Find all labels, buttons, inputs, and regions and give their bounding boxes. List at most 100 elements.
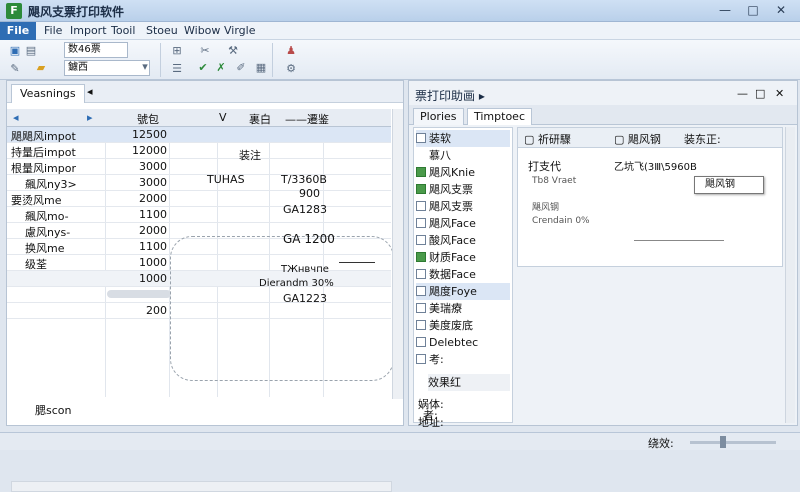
tab-templates[interactable]: Timptoec [467, 108, 532, 125]
menu-single[interactable]: Virgle [224, 24, 255, 37]
grid-icon[interactable]: ⊞ [170, 44, 184, 58]
template-panel: ▢ 祈研驟 ▢ 飓风钢 装东正: 打支代 乙坑飞(3Ⅲ\5960B Tb8 Vr… [517, 127, 783, 267]
checkbox[interactable] [416, 320, 426, 330]
zoom-slider[interactable] [690, 441, 776, 444]
table-row[interactable]: 根量风impor 3000 [7, 159, 391, 175]
list-item[interactable]: 飓风支票 [416, 181, 510, 198]
left-vertical-scrollbar[interactable] [392, 109, 403, 399]
file-menu-button[interactable]: File [0, 22, 36, 40]
title-bar: F 飓风支票打印软件 — □ ✕ [0, 0, 800, 22]
list-item-label: 装软 [429, 132, 451, 145]
list-icon[interactable]: ☰ [170, 62, 184, 76]
folder-icon[interactable]: ▰ [34, 61, 48, 75]
menu-store[interactable]: Stoeu [146, 24, 178, 37]
cancel-icon[interactable]: ✗ [214, 61, 228, 75]
list-item[interactable]: 飓风Knie [416, 164, 510, 181]
tab-properties[interactable]: Plories [413, 108, 464, 125]
panel-tab-1[interactable]: ▢ 祈研驟 [524, 131, 571, 147]
row-name: 持量后impot [11, 146, 76, 159]
callout-line [339, 262, 375, 263]
settings-icon[interactable]: ⚙ [284, 62, 298, 76]
left-grid-pane: Veasnings ◂ ◂ ▸ 號包 V 裏白 ——遷鉴 飓飓风impot 125… [6, 80, 404, 492]
cut-icon[interactable]: ✂ [198, 44, 212, 58]
pane-restore-icon[interactable]: □ [755, 87, 765, 100]
col-expand-icon[interactable]: ▸ [87, 111, 93, 124]
panel-tab-label: 飓风钢 [627, 133, 661, 146]
app-icon: F [6, 3, 22, 19]
new-icon[interactable]: ✎ [8, 62, 22, 76]
list-item[interactable]: 效果红 [428, 374, 510, 391]
list-item[interactable]: 酸风Face [416, 232, 510, 249]
list-item-label: 美度废底 [429, 319, 473, 332]
col-header-3[interactable]: 裏白 [249, 111, 271, 127]
table-row[interactable]: 要烫风me 2000 [7, 191, 391, 207]
table-row[interactable]: 飆风ny3> 3000 [7, 175, 391, 191]
template-field[interactable]: 飓风钢 [694, 176, 764, 194]
edit-icon[interactable]: ✐ [234, 61, 248, 75]
toolbar-separator [160, 43, 161, 77]
list-item[interactable]: 飓风Face [416, 215, 510, 232]
panel-label: 乙坑飞(3Ⅲ\5960B [614, 162, 697, 173]
list-item[interactable]: 飓风支票 [416, 198, 510, 215]
pane-minimize-icon[interactable]: — [737, 87, 748, 100]
table-row[interactable]: 飓飓风impot 12500 [7, 127, 391, 143]
col-dropdown-icon[interactable]: ◂ [13, 111, 19, 124]
checkbox[interactable] [416, 286, 426, 296]
close-button[interactable]: ✕ [768, 2, 794, 19]
list-item[interactable]: 数据Face [416, 266, 510, 283]
user-icon[interactable]: ♟ [284, 44, 298, 58]
table-row[interactable]: 飆风mo- 1100 [7, 207, 391, 223]
checkbox[interactable] [416, 184, 426, 194]
panel-tab-3[interactable]: 装东正: [684, 131, 721, 147]
list-item[interactable]: 考: [416, 351, 510, 368]
menu-import[interactable]: Import [70, 24, 107, 37]
list-item[interactable]: 美瑞療 [416, 300, 510, 317]
col-header-4[interactable]: ——遷鉴 [285, 111, 329, 127]
paste-icon[interactable]: ▤ [24, 44, 38, 58]
tool-icon[interactable]: ⚒ [226, 44, 240, 58]
menu-tools[interactable]: Tooil [111, 24, 135, 37]
left-horizontal-scrollbar[interactable] [11, 481, 392, 492]
row-name: 飆风mo- [25, 210, 69, 223]
checkbox[interactable] [416, 303, 426, 313]
right-vertical-scrollbar[interactable] [785, 127, 795, 423]
minimize-button[interactable]: — [712, 2, 738, 19]
delete-icon[interactable]: ▦ [254, 61, 268, 75]
list-item[interactable]: 慕八 [416, 147, 510, 164]
list-item-label: 飓度Foye [429, 285, 477, 298]
chevron-down-icon[interactable]: ▾ [138, 60, 152, 74]
check-icon[interactable]: ✔ [196, 61, 210, 75]
tab-left-document[interactable]: Veasnings [11, 84, 85, 103]
callout-box [170, 236, 394, 381]
zoom-slider-thumb[interactable] [720, 436, 726, 448]
list-item[interactable]: 装软 [416, 130, 510, 147]
row-value: 1000 [139, 256, 167, 269]
checkbox[interactable] [416, 252, 426, 262]
toolbar-field-1[interactable]: 数46票 [64, 42, 128, 58]
checkbox[interactable] [416, 218, 426, 228]
checkbox[interactable] [416, 354, 426, 364]
list-item[interactable]: 美度废底 [416, 317, 510, 334]
maximize-button[interactable]: □ [740, 2, 766, 19]
col-header-1[interactable]: 號包 [137, 111, 159, 127]
copy-icon[interactable]: ▣ [8, 44, 22, 58]
list-item[interactable]: Delebtec [416, 334, 510, 351]
tab-close-icon[interactable]: ◂ [87, 85, 93, 98]
panel-tab-label: 祈研驟 [537, 133, 571, 146]
checkbox[interactable] [416, 167, 426, 177]
checkbox[interactable] [416, 269, 426, 279]
menu-file[interactable]: File [44, 24, 62, 37]
pane-close-icon[interactable]: ✕ [775, 87, 784, 100]
menu-window[interactable]: Wibow [184, 24, 220, 37]
row-slider[interactable] [107, 290, 171, 298]
col-header-2[interactable]: V [219, 111, 227, 124]
list-item[interactable]: 财质Face [416, 249, 510, 266]
checkbox[interactable] [416, 201, 426, 211]
checkbox[interactable] [416, 133, 426, 143]
checkbox[interactable] [416, 337, 426, 347]
table-row[interactable]: 持量后impot 12000 [7, 143, 391, 159]
checkbox[interactable] [416, 235, 426, 245]
list-item[interactable]: 飓度Foye [416, 283, 510, 300]
panel-tab-2[interactable]: ▢ 飓风钢 [614, 131, 661, 147]
row-value: 1000 [139, 272, 167, 285]
